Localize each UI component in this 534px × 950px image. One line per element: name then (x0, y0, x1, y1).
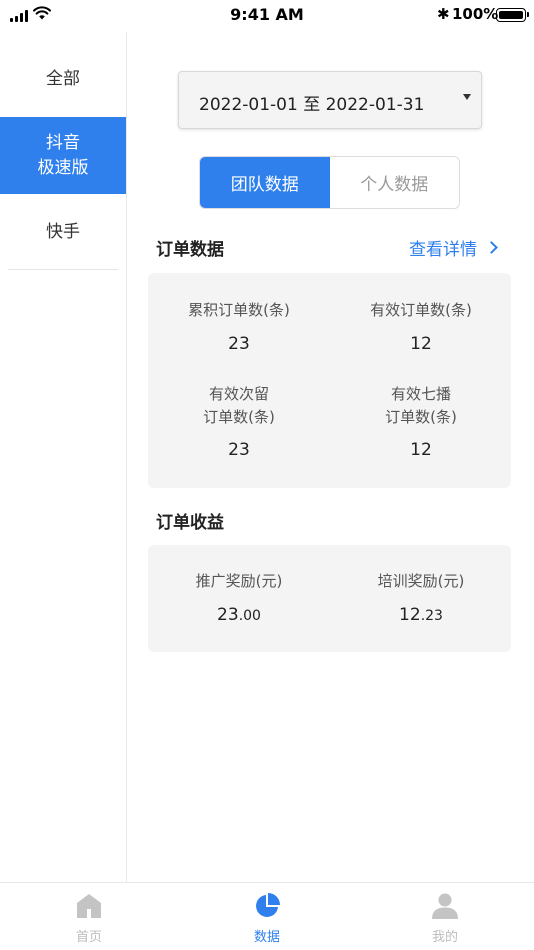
stat-value: 23 (228, 440, 250, 460)
tab-home[interactable]: 首页 (0, 883, 178, 950)
stat-label: 培训奖励(元) (377, 572, 465, 590)
sidebar-item-all[interactable]: 全部 (0, 56, 126, 102)
battery-icon (496, 8, 529, 22)
view-details-label: 查看详情 (409, 240, 477, 260)
bottom-tab-bar: 首页 数据 我的 (0, 882, 534, 950)
tab-data[interactable]: 数据 (178, 883, 356, 950)
stat-valid-orders: 有效订单数(条) 12 (330, 299, 512, 354)
user-icon (432, 893, 458, 919)
sidebar-item-kuaishou[interactable]: 快手 (0, 209, 126, 255)
stat-value: 23 (228, 333, 250, 354)
stat-next-day-retention-orders: 有效次留 订单数(条) 23 (148, 383, 330, 460)
tab-mine[interactable]: 我的 (356, 883, 534, 950)
sidebar-item-label: 极速版 (37, 157, 89, 178)
pie-chart-icon (256, 893, 280, 917)
sidebar-item-label: 快手 (46, 221, 80, 242)
sidebar-item-label: 全部 (46, 68, 80, 89)
bluetooth-icon: ✱ (437, 5, 450, 23)
caret-down-icon (463, 94, 471, 100)
stat-value: 12 (410, 333, 432, 354)
status-bar: 9:41 AM ✱ 100% (0, 0, 534, 30)
orders-card: 累积订单数(条) 23 有效订单数(条) 12 有效次留 订单数(条) 23 有… (148, 273, 511, 488)
orders-section-title: 订单数据 (156, 240, 224, 260)
platform-sidebar: 全部 抖音 极速版 快手 (0, 32, 127, 882)
income-card: 推广奖励(元) 23.00 培训奖励(元) 12.23 (148, 545, 511, 652)
stat-label: 有效订单数(条) (370, 301, 472, 319)
stat-value: 12.23 (399, 604, 443, 625)
tab-team-data[interactable]: 团队数据 (200, 157, 330, 208)
stat-label: 累积订单数(条) (188, 301, 290, 319)
stat-value: 23.00 (217, 604, 261, 625)
stat-training-reward: 培训奖励(元) 12.23 (330, 570, 512, 625)
date-range-select[interactable]: 2022-01-01 至 2022-01-31 (178, 71, 482, 129)
stat-promotion-reward: 推广奖励(元) 23.00 (148, 570, 330, 625)
tab-label: 我的 (431, 930, 458, 945)
tab-label: 数据 (253, 930, 280, 945)
stat-value: 12 (410, 440, 432, 460)
battery-percent: 100% (452, 5, 499, 23)
stat-label: 推广奖励(元) (195, 572, 283, 590)
chevron-right-icon (485, 241, 498, 254)
stat-label: 订单数(条) (385, 407, 457, 426)
stat-total-orders: 累积订单数(条) 23 (148, 299, 330, 354)
tab-personal-data[interactable]: 个人数据 (329, 157, 459, 208)
sidebar-item-douyin-lite[interactable]: 抖音 极速版 (0, 117, 126, 194)
date-range-value: 2022-01-01 至 2022-01-31 (199, 95, 425, 115)
sidebar-item-label: 抖音 (46, 132, 80, 153)
data-scope-segment: 团队数据 个人数据 (199, 156, 460, 209)
view-details-link[interactable]: 查看详情 (409, 235, 498, 260)
stat-label: 订单数(条) (203, 407, 275, 426)
tab-label: 首页 (75, 930, 102, 945)
stat-label: 有效次留 (208, 385, 269, 403)
home-icon (77, 894, 101, 918)
sidebar-divider (8, 269, 118, 270)
income-section-title: 订单收益 (156, 513, 224, 533)
stat-seven-day-broadcast-orders: 有效七播 订单数(条) 12 (330, 383, 512, 460)
stat-label: 有效七播 (390, 385, 451, 403)
